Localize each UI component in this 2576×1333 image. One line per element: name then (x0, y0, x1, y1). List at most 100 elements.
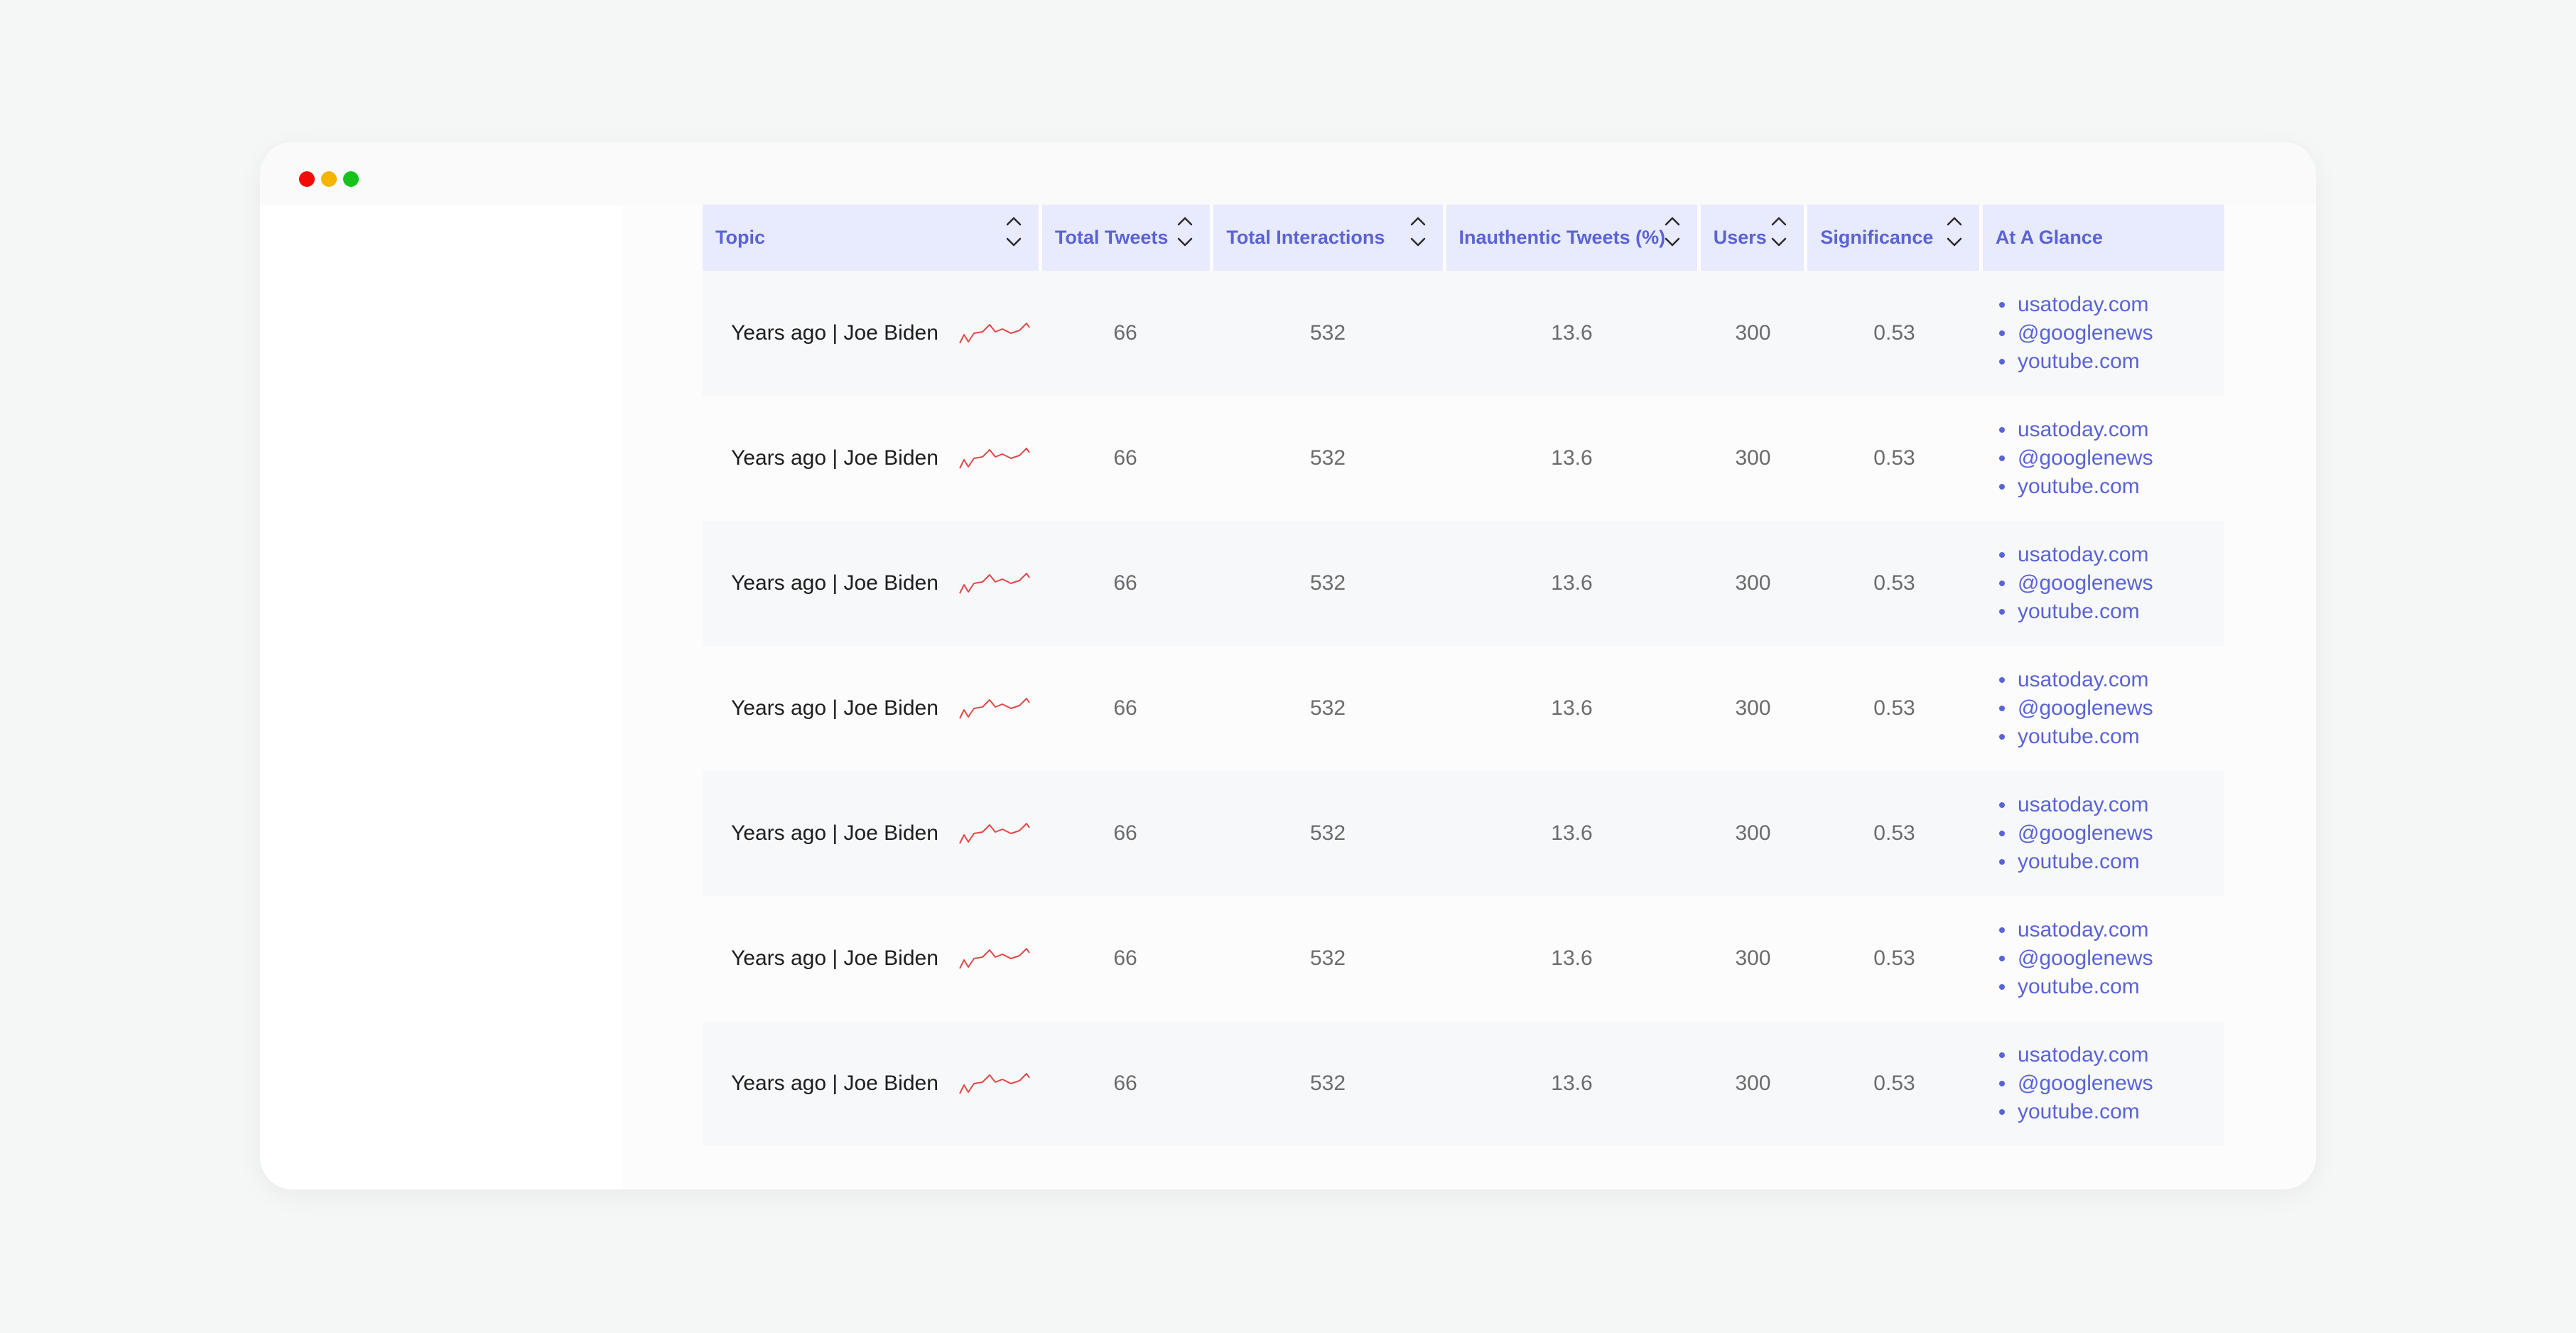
source-link[interactable]: usatoday.com (1999, 416, 2153, 444)
source-link[interactable]: youtube.com (1999, 347, 2153, 376)
table-row[interactable]: Years ago | Joe Biden 66 532 13.6 300 0.53 usa… (703, 646, 2224, 771)
table-row[interactable]: Years ago | Joe Biden 66 532 13.6 300 0.53 usa… (703, 771, 2224, 896)
inauthentic-tweets-cell: 13.6 (1551, 446, 1593, 470)
users-cell: 300 (1735, 1072, 1771, 1095)
source-link[interactable]: @googlenews (1999, 819, 2153, 848)
source-link[interactable]: youtube.com (1999, 598, 2153, 626)
source-link[interactable]: usatoday.com (1999, 916, 2153, 944)
source-link-text: @googlenews (2018, 1072, 2153, 1095)
table-row[interactable]: Years ago | Joe Biden 66 532 13.6 300 0.53 usa… (703, 271, 2224, 396)
sort-icon[interactable] (1409, 210, 1427, 253)
total-tweets-cell: 66 (1113, 446, 1137, 470)
source-link[interactable]: usatoday.com (1999, 541, 2153, 569)
sparkline-icon (959, 948, 1030, 969)
sidebar (260, 205, 622, 1189)
table-row[interactable]: Years ago | Joe Biden 66 532 13.6 300 0.53 usa… (703, 896, 2224, 1021)
sort-icon[interactable] (1005, 210, 1023, 253)
total-interactions-cell: 532 (1309, 1072, 1346, 1095)
at-a-glance-cell: usatoday.com @googlenews youtube.com (1982, 771, 2224, 896)
table-row[interactable]: Years ago | Joe Biden 66 532 13.6 300 0.53 usa… (703, 1021, 2224, 1146)
bullet-icon (1999, 359, 2005, 365)
source-link-text: @googlenews (2018, 946, 2153, 970)
source-link[interactable]: youtube.com (1999, 473, 2153, 501)
column-header-topic[interactable]: Topic (703, 205, 1039, 271)
source-link[interactable]: @googlenews (1999, 694, 2153, 723)
column-header-total-tweets[interactable]: Total Tweets (1041, 205, 1211, 271)
total-interactions-cell: 532 (1309, 696, 1346, 720)
source-link-text: @googlenews (2018, 446, 2153, 470)
topic-cell: Years ago | Joe Biden (703, 271, 1039, 396)
inauthentic-tweets-cell: 13.6 (1551, 946, 1593, 970)
source-link[interactable]: youtube.com (1999, 723, 2153, 751)
inauthentic-tweets-cell: 13.6 (1551, 321, 1593, 345)
source-list: usatoday.com @googlenews youtube.com (1999, 666, 2153, 751)
column-header-label: Total Tweets (1054, 227, 1169, 248)
source-link-text: youtube.com (2018, 975, 2140, 998)
at-a-glance-cell: usatoday.com @googlenews youtube.com (1982, 896, 2224, 1021)
table-row[interactable]: Years ago | Joe Biden 66 532 13.6 300 0.53 usa… (703, 521, 2224, 646)
source-link[interactable]: youtube.com (1999, 973, 2153, 1001)
source-link[interactable]: @googlenews (1999, 569, 2153, 598)
source-list: usatoday.com @googlenews youtube.com (1999, 916, 2153, 1001)
topics-table: Topic Total Tweets Total Interactions Inaut… (703, 205, 2224, 1146)
source-link[interactable]: youtube.com (1999, 1098, 2153, 1126)
sort-icon[interactable] (1945, 210, 1964, 253)
column-header-label: Total Interactions (1226, 227, 1385, 248)
source-link[interactable]: usatoday.com (1999, 791, 2153, 819)
sort-icon[interactable] (1770, 210, 1788, 253)
source-link-text: youtube.com (2018, 350, 2140, 373)
source-list: usatoday.com @googlenews youtube.com (1999, 1041, 2153, 1126)
topic-cell: Years ago | Joe Biden (703, 521, 1039, 646)
bullet-icon (1999, 484, 2005, 490)
bullet-icon (1999, 1052, 2005, 1058)
topic-text: Years ago | Joe Biden (731, 321, 938, 345)
source-link[interactable]: @googlenews (1999, 319, 2153, 347)
source-list: usatoday.com @googlenews youtube.com (1999, 791, 2153, 876)
source-link[interactable]: @googlenews (1999, 944, 2153, 973)
close-window-button[interactable] (299, 171, 315, 187)
significance-cell: 0.53 (1873, 571, 1915, 595)
inauthentic-tweets-cell: 13.6 (1551, 571, 1593, 595)
bullet-icon (1999, 706, 2005, 711)
source-link[interactable]: usatoday.com (1999, 1041, 2153, 1069)
topic-cell: Years ago | Joe Biden (703, 1021, 1039, 1146)
table-header: Topic Total Tweets Total Interactions Inaut… (703, 205, 2224, 271)
total-tweets-cell: 66 (1113, 571, 1137, 595)
significance-cell: 0.53 (1873, 821, 1915, 845)
column-header-at-a-glance: At A Glance (1982, 205, 2224, 271)
bullet-icon (1999, 427, 2005, 433)
table-row[interactable]: Years ago | Joe Biden 66 532 13.6 300 0.53 usa… (703, 396, 2224, 521)
topic-cell: Years ago | Joe Biden (703, 896, 1039, 1021)
sort-icon[interactable] (1663, 210, 1682, 253)
source-link[interactable]: usatoday.com (1999, 291, 2153, 319)
bullet-icon (1999, 302, 2005, 308)
title-bar (260, 142, 2316, 205)
topic-cell: Years ago | Joe Biden (703, 646, 1039, 771)
column-header-users[interactable]: Users (1700, 205, 1804, 271)
users-cell: 300 (1735, 321, 1771, 345)
column-header-inauthentic-tweets[interactable]: Inauthentic Tweets (%) (1446, 205, 1697, 271)
minimize-window-button[interactable] (321, 171, 337, 187)
column-header-label: At A Glance (1995, 227, 2103, 248)
source-link[interactable]: youtube.com (1999, 848, 2153, 876)
inauthentic-tweets-cell: 13.6 (1551, 821, 1593, 845)
source-link-text: usatoday.com (2018, 418, 2149, 441)
bullet-icon (1999, 984, 2005, 990)
maximize-window-button[interactable] (343, 171, 359, 187)
sparkline-icon (959, 323, 1030, 344)
source-link[interactable]: @googlenews (1999, 444, 2153, 473)
total-interactions-cell: 532 (1309, 946, 1346, 970)
total-tweets-cell: 66 (1113, 321, 1137, 345)
sort-icon[interactable] (1176, 210, 1194, 253)
bullet-icon (1999, 677, 2005, 683)
column-header-total-interactions[interactable]: Total Interactions (1213, 205, 1443, 271)
bullet-icon (1999, 927, 2005, 933)
source-link[interactable]: usatoday.com (1999, 666, 2153, 694)
source-link-text: @googlenews (2018, 696, 2153, 720)
at-a-glance-cell: usatoday.com @googlenews youtube.com (1982, 1021, 2224, 1146)
source-link-text: usatoday.com (2018, 1043, 2149, 1067)
source-link[interactable]: @googlenews (1999, 1069, 2153, 1098)
column-header-significance[interactable]: Significance (1807, 205, 1979, 271)
significance-cell: 0.53 (1873, 446, 1915, 470)
source-list: usatoday.com @googlenews youtube.com (1999, 416, 2153, 501)
